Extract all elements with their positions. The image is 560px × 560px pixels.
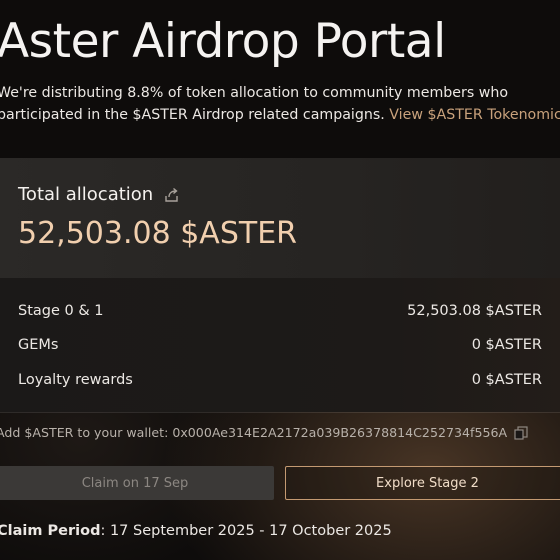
breakdown-value: 0 $ASTER	[471, 337, 542, 353]
page-title: Aster Airdrop Portal	[0, 14, 446, 69]
share-icon[interactable]	[163, 186, 181, 204]
add-to-wallet-row: Add $ASTER to your wallet: 0x000Ae314E2A…	[0, 425, 528, 440]
total-allocation-header: Total allocation	[18, 184, 181, 205]
intro-paragraph: We're distributing 8.8% of token allocat…	[0, 82, 560, 126]
total-allocation-label: Total allocation	[18, 184, 154, 205]
breakdown-label: Stage 0 & 1	[18, 303, 104, 319]
section-divider	[0, 412, 560, 413]
claim-period: Claim Period: 17 September 2025 - 17 Oct…	[0, 523, 392, 539]
breakdown-row-loyalty: Loyalty rewards 0 $ASTER	[18, 369, 542, 391]
copy-icon[interactable]	[514, 425, 528, 440]
airdrop-portal-page: Aster Airdrop Portal We're distributing …	[0, 0, 560, 560]
breakdown-row-stage: Stage 0 & 1 52,503.08 $ASTER	[18, 300, 542, 322]
claim-period-value: : 17 September 2025 - 17 October 2025	[100, 523, 392, 539]
total-allocation-value: 52,503.08 $ASTER	[18, 216, 297, 251]
breakdown-value: 52,503.08 $ASTER	[407, 303, 542, 319]
claim-button[interactable]: Claim on 17 Sep	[0, 466, 274, 500]
breakdown-row-gems: GEMs 0 $ASTER	[18, 334, 542, 356]
total-allocation-card: Total allocation 52,503.08 $ASTER	[0, 158, 560, 278]
breakdown-label: GEMs	[18, 337, 59, 353]
tokenomics-link[interactable]: View $ASTER Tokenomics	[389, 107, 560, 123]
explore-stage-2-button[interactable]: Explore Stage 2	[285, 466, 560, 500]
breakdown-value: 0 $ASTER	[471, 372, 542, 388]
wallet-address-text: Add $ASTER to your wallet: 0x000Ae314E2A…	[0, 425, 508, 440]
allocation-breakdown: Stage 0 & 1 52,503.08 $ASTER GEMs 0 $AST…	[0, 278, 560, 412]
breakdown-label: Loyalty rewards	[18, 372, 133, 388]
claim-period-label: Claim Period	[0, 523, 101, 539]
